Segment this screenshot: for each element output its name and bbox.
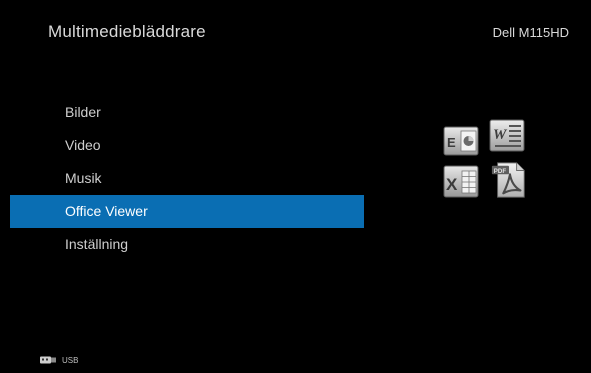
office-viewer-preview: E W X PDF [441,117,533,203]
menu-item-office-viewer[interactable]: Office Viewer [10,195,364,228]
menu-item-installning[interactable]: Inställning [0,228,364,261]
svg-text:E: E [447,135,456,150]
word-icon: W [489,119,525,152]
powerpoint-icon: E [443,126,479,156]
projector-model-label: Dell M115HD [492,25,569,40]
svg-text:PDF: PDF [494,168,507,175]
main-menu: Bilder Video Musik Office Viewer Inställ… [0,96,364,261]
pdf-icon: PDF [491,162,525,198]
svg-text:W: W [493,127,508,143]
menu-item-bilder[interactable]: Bilder [0,96,364,129]
source-label: USB [62,355,79,365]
excel-icon: X [443,165,479,198]
page-title: Multimediebläddrare [48,22,206,41]
menu-item-musik[interactable]: Musik [0,162,364,195]
media-browser-screen: Multimediebläddrare Dell M115HD Bilder V… [0,0,591,373]
svg-text:X: X [446,175,458,194]
menu-item-video[interactable]: Video [0,129,364,162]
usb-icon [40,356,56,364]
source-indicator: USB [40,355,78,365]
